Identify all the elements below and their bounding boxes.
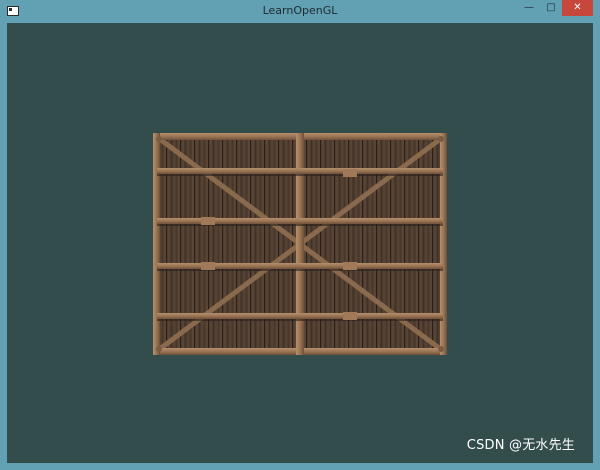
crate-bracket xyxy=(201,262,215,270)
wooden-crate xyxy=(153,133,447,355)
crate-slat-3 xyxy=(157,263,443,269)
maximize-button[interactable]: □ xyxy=(540,0,562,16)
crate-frame-left xyxy=(153,133,160,355)
crate-bracket xyxy=(343,312,357,320)
title-bar[interactable]: LearnOpenGL — □ ✕ xyxy=(0,0,600,23)
crate-bracket xyxy=(343,262,357,270)
crate-center-post xyxy=(296,133,304,355)
crate-bolt xyxy=(438,346,444,352)
window-title: LearnOpenGL xyxy=(262,4,338,17)
crate-bolt xyxy=(156,136,162,142)
crate-slat-2 xyxy=(157,218,443,224)
crate-bolt xyxy=(156,346,162,352)
watermark-text: CSDN @无水先生 xyxy=(466,438,575,453)
opengl-viewport: CSDN @无水先生 xyxy=(7,23,593,463)
app-window: LearnOpenGL — □ ✕ CSDN @无水先生 xyxy=(0,0,600,470)
crate-bolt xyxy=(438,136,444,142)
crate-slat-1 xyxy=(157,168,443,174)
close-button[interactable]: ✕ xyxy=(562,0,593,16)
minimize-button[interactable]: — xyxy=(518,0,540,16)
crate-frame-right xyxy=(440,133,447,355)
crate-bracket xyxy=(201,217,215,225)
crate-bracket xyxy=(343,169,357,177)
crate-slat-4 xyxy=(157,313,443,319)
